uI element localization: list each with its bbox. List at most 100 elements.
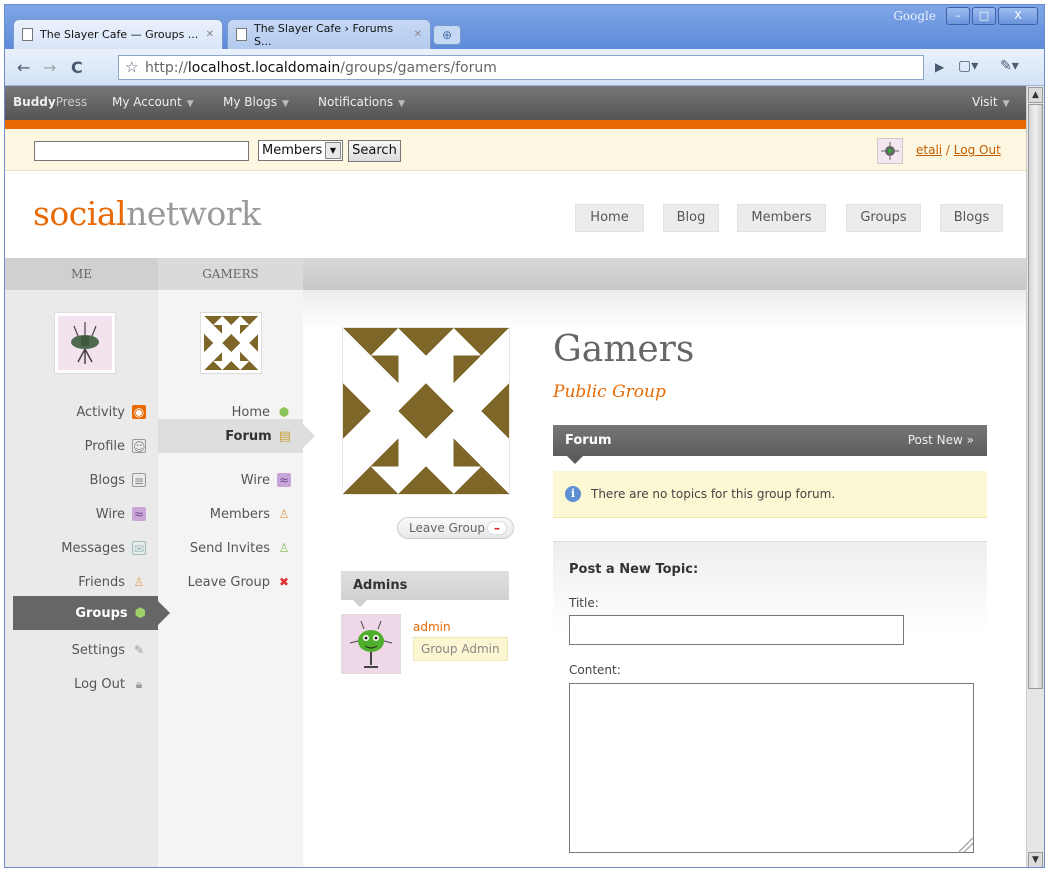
- me-item-friends[interactable]: Friends ♙: [35, 572, 146, 592]
- logout-link[interactable]: Log Out: [954, 143, 1001, 157]
- menu-visit[interactable]: Visit ▼: [972, 95, 1010, 109]
- close-window-button[interactable]: X: [998, 7, 1038, 25]
- search-input[interactable]: [34, 141, 249, 161]
- friend-icon: ♙: [133, 575, 145, 589]
- tab-title: The Slayer Cafe — Groups ...: [40, 28, 199, 41]
- me-item-logout[interactable]: Log Out 🔒︎: [35, 674, 146, 694]
- forum-header: Forum Post New »: [553, 425, 987, 464]
- topic-title-input[interactable]: [569, 615, 904, 645]
- page-icon: [22, 28, 33, 41]
- site-header: socialnetwork Home Blog Members Groups B…: [5, 171, 1026, 258]
- menu-notifications[interactable]: Notifications ▼: [318, 95, 405, 109]
- nav-home[interactable]: Home: [575, 204, 644, 232]
- group-type: Public Group: [553, 382, 666, 402]
- menu-my-blogs[interactable]: My Blogs ▼: [223, 95, 289, 109]
- me-item-settings[interactable]: Settings ✎: [35, 640, 146, 660]
- google-label: Google: [893, 9, 936, 23]
- me-column-header: ME: [5, 258, 158, 298]
- tab-title: The Slayer Cafe › Forums S...: [253, 21, 394, 48]
- group-item-wire[interactable]: Wire ≈: [165, 470, 291, 490]
- nav-groups[interactable]: Groups: [846, 204, 921, 232]
- group-avatar-small[interactable]: [200, 312, 262, 374]
- buddypress-admin-bar: BuddyPress My Account ▼ My Blogs ▼ Notific…: [5, 86, 1026, 120]
- me-item-profile[interactable]: Profile ☺: [35, 436, 146, 456]
- scroll-thumb[interactable]: [1028, 104, 1043, 689]
- topic-content-textarea[interactable]: [569, 683, 974, 853]
- admin-name-link[interactable]: admin: [413, 620, 451, 634]
- search-button[interactable]: Search: [348, 140, 401, 162]
- tab-groups[interactable]: The Slayer Cafe — Groups ... ✕: [13, 19, 223, 49]
- me-item-groups[interactable]: Groups ⬢: [13, 596, 170, 630]
- user-avatar[interactable]: [877, 138, 903, 164]
- group-title: Gamers: [553, 329, 695, 370]
- cube-icon: ⬢: [278, 405, 290, 419]
- accent-stripe: [5, 120, 1026, 129]
- scroll-down-arrow-icon[interactable]: ▼: [1028, 852, 1043, 867]
- nav-blog[interactable]: Blog: [663, 204, 719, 232]
- go-icon[interactable]: ▶: [935, 60, 944, 74]
- site-logo[interactable]: socialnetwork: [33, 194, 261, 233]
- me-item-blogs[interactable]: Blogs ≡: [35, 470, 146, 490]
- address-bar[interactable]: ☆ http://localhost.localdomain/groups/ga…: [118, 55, 924, 80]
- scroll-up-arrow-icon[interactable]: ▲: [1028, 87, 1043, 103]
- rss-icon: ◉: [132, 405, 146, 419]
- page-scrollbar[interactable]: ▲ ▼: [1026, 86, 1044, 867]
- chevron-down-icon: ▼: [398, 99, 406, 109]
- close-tab-icon[interactable]: ✕: [206, 29, 214, 40]
- url-host: localhost.localdomain: [187, 59, 341, 76]
- forum-notice: i There are no topics for this group for…: [553, 471, 987, 518]
- nav-blogs[interactable]: Blogs: [940, 204, 1003, 232]
- reload-icon[interactable]: C: [71, 58, 83, 77]
- group-admin-badge: Group Admin: [413, 637, 508, 661]
- leave-group-button[interactable]: Leave Group –: [397, 517, 514, 539]
- group-item-leave[interactable]: Leave Group ✖: [165, 572, 291, 592]
- tab-forums[interactable]: The Slayer Cafe › Forums S... ✕: [227, 19, 431, 49]
- wrench-icon[interactable]: ✎▾: [1000, 58, 1019, 74]
- maximize-button[interactable]: □: [972, 7, 996, 25]
- url-path: /groups/gamers/forum: [340, 59, 497, 76]
- me-item-activity[interactable]: Activity ◉: [35, 402, 146, 422]
- admin-avatar[interactable]: [341, 614, 401, 674]
- nav-members[interactable]: Members: [737, 204, 826, 232]
- page-menu-icon[interactable]: ▢▾: [958, 58, 978, 74]
- buddypress-logo[interactable]: BuddyPress: [13, 95, 87, 109]
- browser-titlebar: Google – □ X The Slayer Cafe — Groups ..…: [5, 5, 1044, 49]
- user-links: etali / Log Out: [916, 143, 1001, 157]
- group-item-send-invites[interactable]: Send Invites ♙: [165, 538, 291, 558]
- group-item-forum[interactable]: Forum ▤: [158, 419, 315, 453]
- post-new-link[interactable]: Post New »: [908, 433, 974, 447]
- chevron-down-icon: ▼: [282, 99, 289, 109]
- page-icon: [236, 28, 247, 41]
- blog-icon: ≡: [132, 473, 146, 488]
- me-item-messages[interactable]: Messages ✉: [35, 538, 146, 558]
- minus-icon: –: [487, 521, 507, 535]
- new-tab-button[interactable]: ⊕: [433, 25, 461, 45]
- username-link[interactable]: etali: [916, 143, 942, 157]
- envelope-icon: ✉: [132, 541, 146, 556]
- minimize-button[interactable]: –: [946, 7, 970, 25]
- wire-icon: ≈: [277, 473, 291, 487]
- search-scope-select[interactable]: Members ▼: [258, 140, 343, 161]
- chevron-down-icon: ▼: [1002, 99, 1010, 109]
- resize-grip-icon[interactable]: [959, 838, 973, 852]
- back-icon[interactable]: ←: [17, 58, 30, 77]
- wire-icon: ≈: [132, 507, 146, 521]
- page-viewport: BuddyPress My Account ▼ My Blogs ▼ Notific…: [5, 86, 1026, 867]
- lock-icon: 🔒︎: [135, 677, 143, 691]
- forum-icon: ▤: [278, 428, 291, 444]
- me-item-wire[interactable]: Wire ≈: [35, 504, 146, 524]
- notice-text: There are no topics for this group forum…: [591, 487, 836, 501]
- cube-icon: ⬢: [134, 605, 146, 621]
- close-tab-icon[interactable]: ✕: [414, 29, 422, 40]
- group-avatar[interactable]: [342, 327, 510, 495]
- admins-heading: Admins: [341, 571, 509, 607]
- chevron-down-icon: ▼: [325, 142, 341, 159]
- star-icon[interactable]: ☆: [125, 58, 138, 76]
- menu-my-account[interactable]: My Account ▼: [112, 95, 194, 109]
- browser-window: Google – □ X The Slayer Cafe — Groups ..…: [4, 4, 1045, 868]
- browser-toolbar: ← → C ☆ http://localhost.localdomain/gro…: [5, 49, 1044, 86]
- group-item-members[interactable]: Members ♙: [165, 504, 291, 524]
- my-avatar[interactable]: [54, 312, 116, 374]
- profile-icon: ☺: [132, 439, 146, 454]
- forward-icon[interactable]: →: [43, 58, 56, 77]
